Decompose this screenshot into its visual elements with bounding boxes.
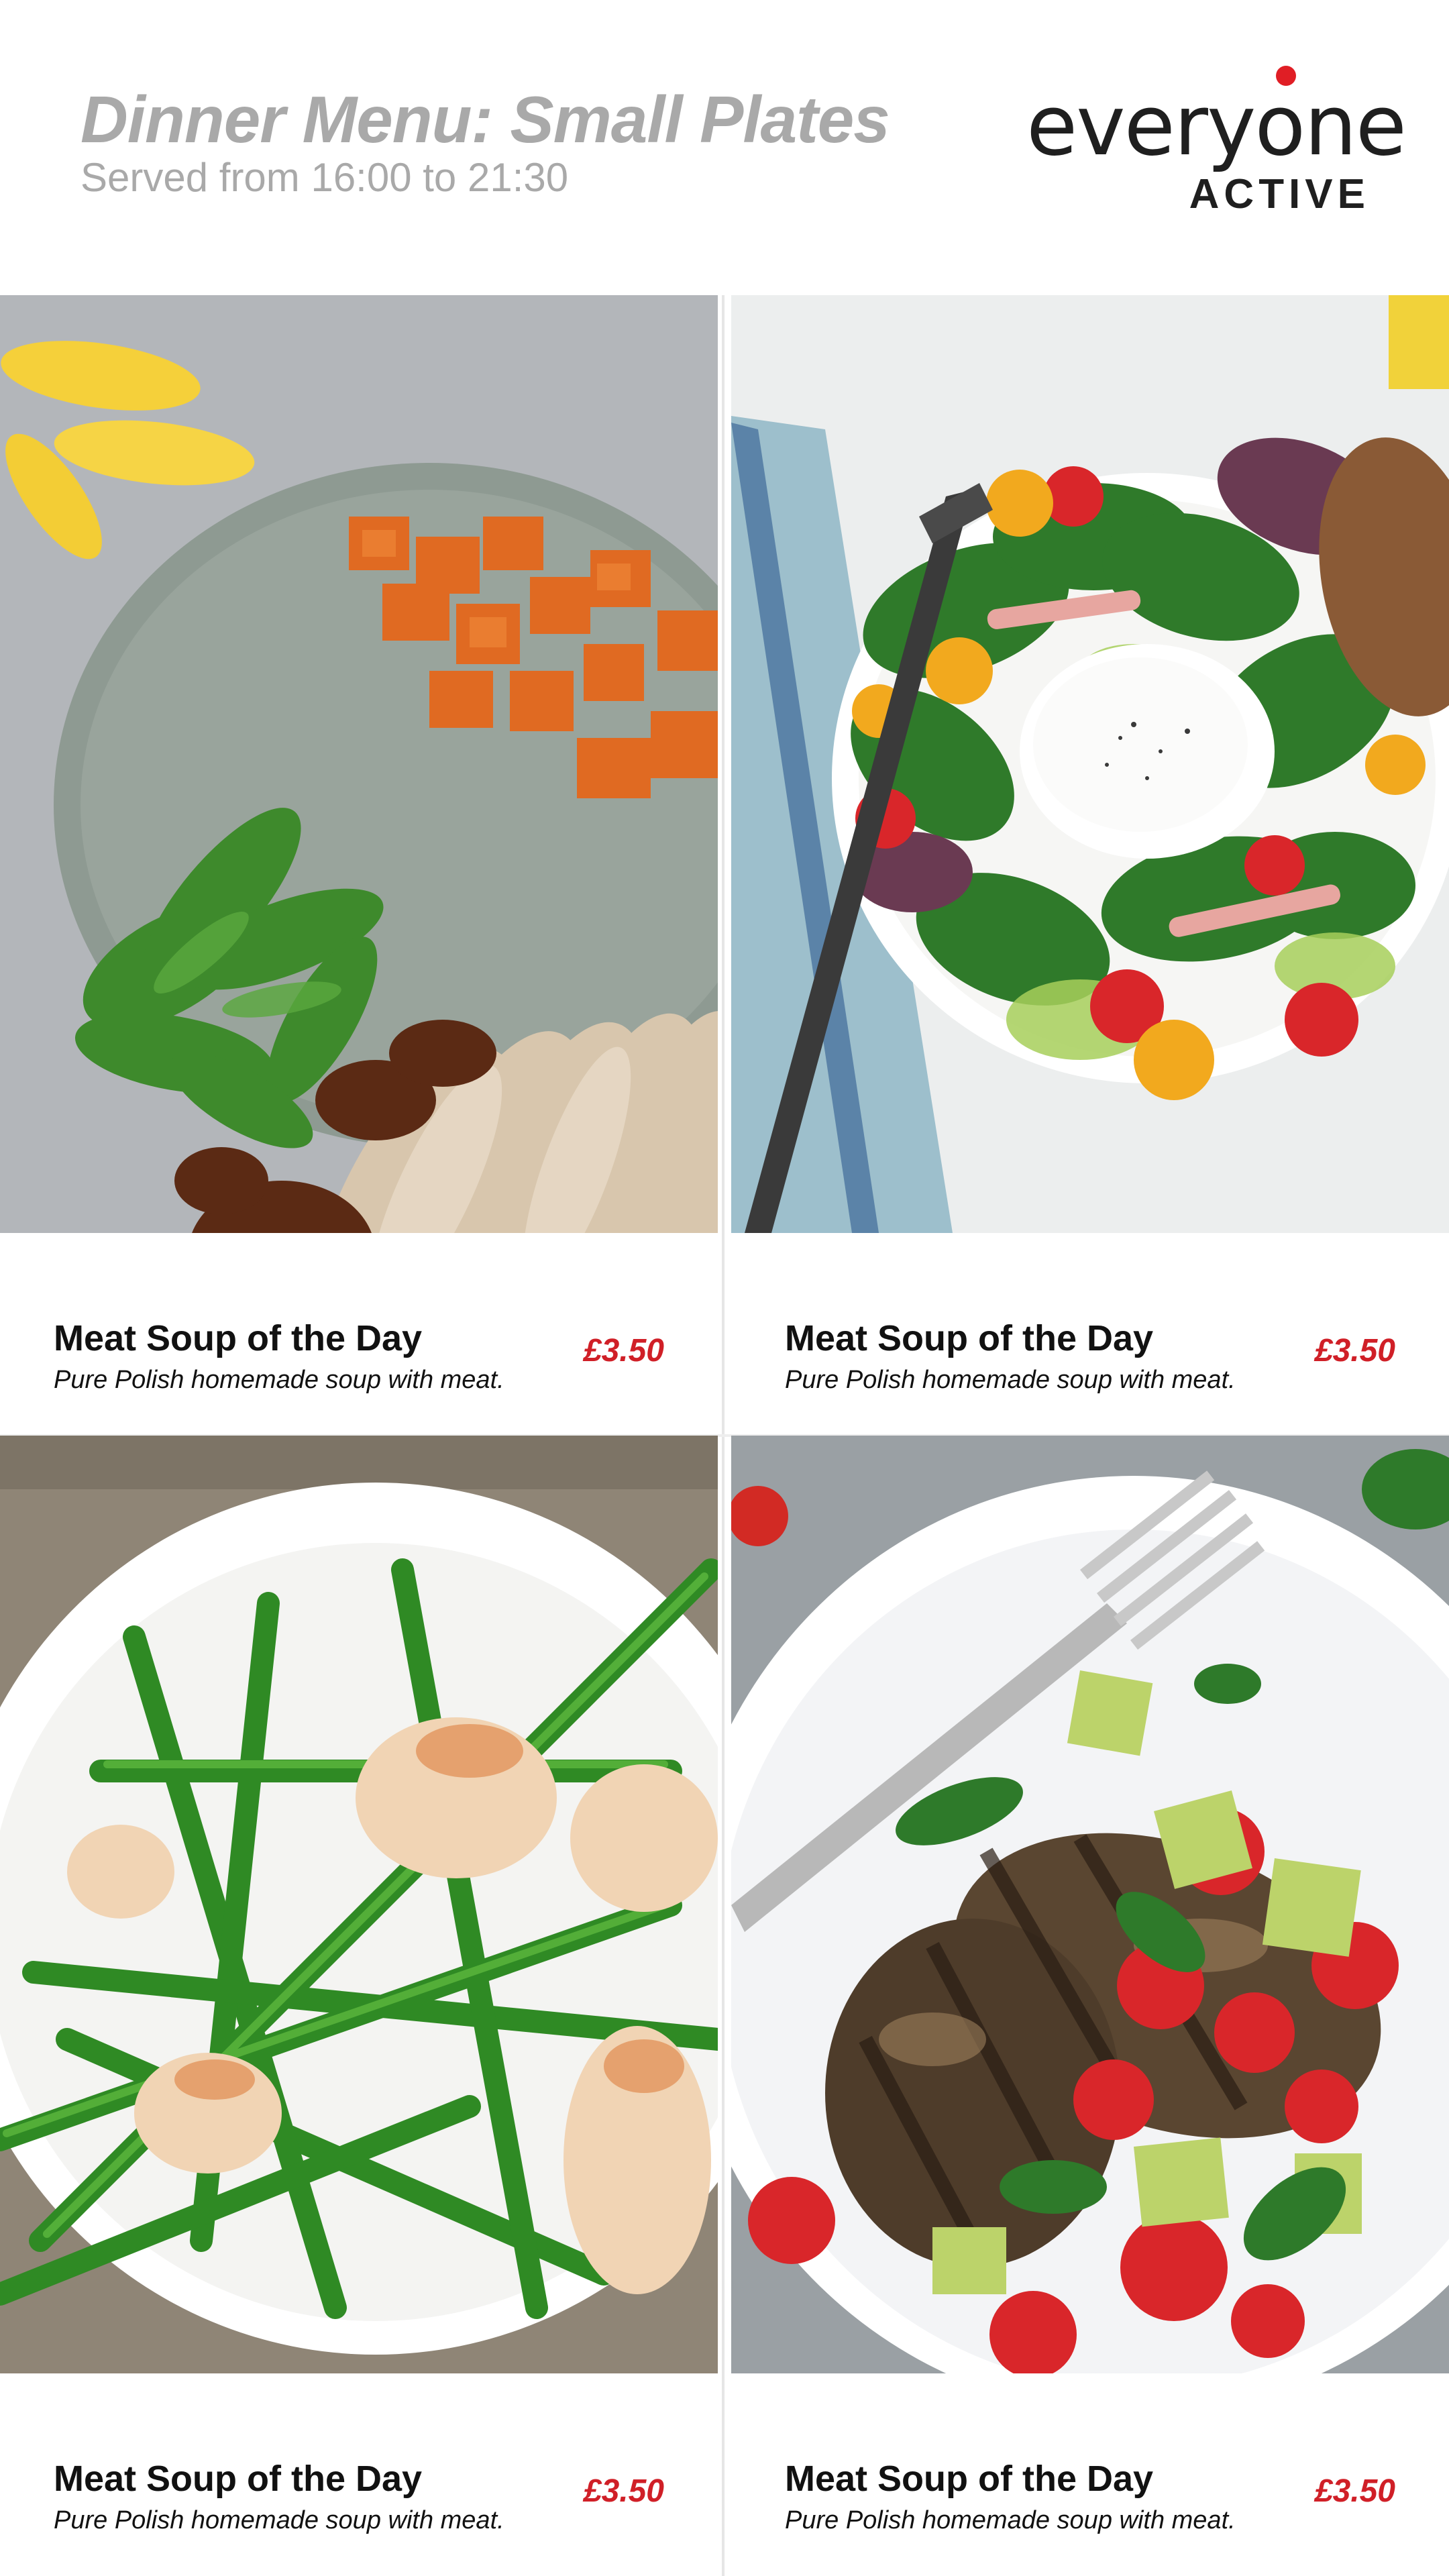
dish-description: Pure Polish homemade soup with meat.: [785, 1366, 1236, 1394]
menu-item-card[interactable]: Meat Soup of the Day Pure Polish homemad…: [731, 295, 1449, 1436]
dish-name: Meat Soup of the Day: [54, 1318, 423, 1358]
dish-description: Pure Polish homemade soup with meat.: [54, 2506, 504, 2534]
page-subtitle: Served from 16:00 to 21:30: [80, 155, 569, 200]
dish-description: Pure Polish homemade soup with meat.: [785, 2506, 1236, 2534]
dish-price: £3.50: [583, 2473, 664, 2509]
logo-subtitle: ACTIVE: [1189, 171, 1370, 217]
logo-dot-icon: [1276, 66, 1296, 86]
menu-item-info: Meat Soup of the Day Pure Polish homemad…: [731, 2373, 1449, 2576]
everyone-active-logo: everyone ACTIVE: [1026, 64, 1407, 219]
dish-price: £3.50: [583, 1333, 664, 1368]
dish-name: Meat Soup of the Day: [54, 2459, 423, 2499]
dish-price: £3.50: [1314, 2473, 1395, 2509]
menu-item-card[interactable]: Meat Soup of the Day Pure Polish homemad…: [0, 295, 718, 1436]
menu-item-card[interactable]: Meat Soup of the Day Pure Polish homemad…: [731, 1436, 1449, 2576]
food-photo-chicken-sweet-potato: [0, 295, 718, 1233]
food-photo-poached-egg-salad: [731, 295, 1449, 1233]
food-photo-grilled-chicken-avocado: [731, 1436, 1449, 2373]
dish-price: £3.50: [1314, 1333, 1395, 1368]
dish-description: Pure Polish homemade soup with meat.: [54, 1366, 504, 1394]
food-photo-shrimp-asparagus: [0, 1436, 718, 2373]
menu-header: Dinner Menu: Small Plates Served from 16…: [0, 0, 1449, 295]
menu-item-info: Meat Soup of the Day Pure Polish homemad…: [731, 1233, 1449, 1436]
dish-name: Meat Soup of the Day: [785, 1318, 1154, 1358]
logo-wordmark: everyone: [1026, 78, 1407, 174]
dish-name: Meat Soup of the Day: [785, 2459, 1154, 2499]
menu-item-info: Meat Soup of the Day Pure Polish homemad…: [0, 2373, 718, 2576]
page-title: Dinner Menu: Small Plates: [80, 83, 890, 156]
menu-item-info: Meat Soup of the Day Pure Polish homemad…: [0, 1233, 718, 1436]
menu-item-card[interactable]: Meat Soup of the Day Pure Polish homemad…: [0, 1436, 718, 2576]
